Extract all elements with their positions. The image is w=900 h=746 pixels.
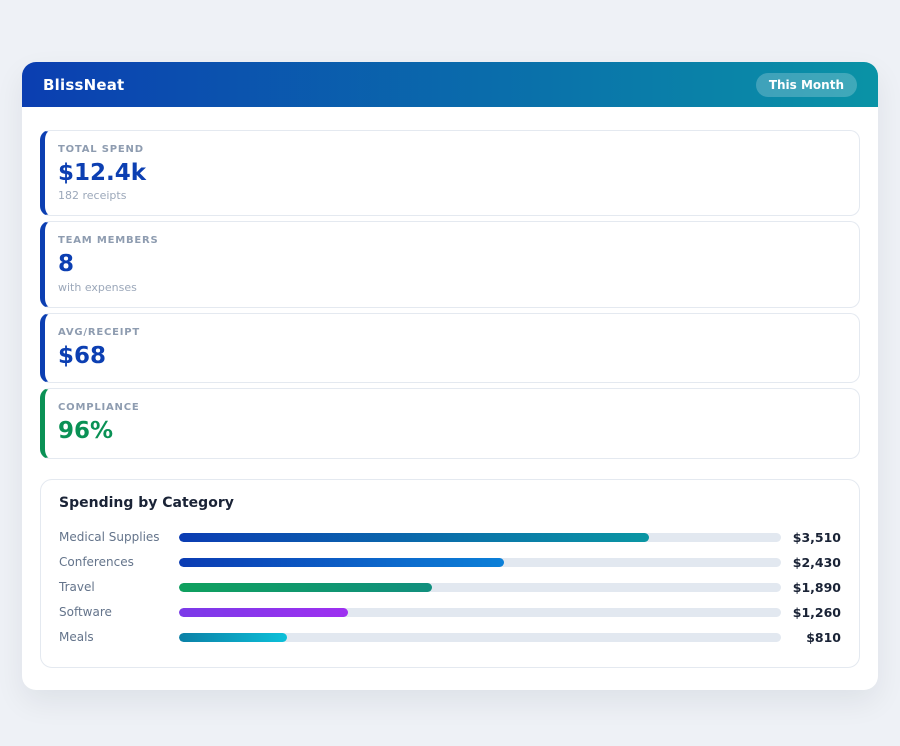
category-label: Conferences <box>59 555 179 569</box>
bar-fill <box>179 533 649 542</box>
stat-value: $12.4k <box>58 160 842 186</box>
bar-fill <box>179 558 504 567</box>
bar-track <box>179 608 781 617</box>
dashboard-card: BlissNeat This Month TOTAL SPEND $12.4k … <box>22 62 878 690</box>
stat-label: TEAM MEMBERS <box>58 235 842 246</box>
stat-sublabel: with expenses <box>58 281 842 294</box>
category-label: Meals <box>59 630 179 644</box>
stat-value: $68 <box>58 343 842 369</box>
chart-row-software: Software $1,260 <box>59 600 841 625</box>
period-badge[interactable]: This Month <box>756 73 857 97</box>
category-value: $3,510 <box>781 530 841 545</box>
stat-value: 8 <box>58 251 842 277</box>
stat-card-total-spend: TOTAL SPEND $12.4k 182 receipts <box>40 130 860 216</box>
category-value: $1,890 <box>781 580 841 595</box>
chart-row-medical-supplies: Medical Supplies $3,510 <box>59 525 841 550</box>
app-body: TOTAL SPEND $12.4k 182 receipts TEAM MEM… <box>22 107 878 690</box>
stat-card-team-members: TEAM MEMBERS 8 with expenses <box>40 221 860 307</box>
app-title: BlissNeat <box>43 76 124 94</box>
stat-card-compliance: COMPLIANCE 96% <box>40 388 860 458</box>
stat-card-avg-receipt: AVG/RECEIPT $68 <box>40 313 860 383</box>
app-header: BlissNeat This Month <box>22 62 878 107</box>
bar-fill <box>179 583 432 592</box>
bar-track <box>179 583 781 592</box>
bar-fill <box>179 608 348 617</box>
stat-label: COMPLIANCE <box>58 402 842 413</box>
category-label: Software <box>59 605 179 619</box>
bar-track <box>179 533 781 542</box>
bar-track <box>179 558 781 567</box>
bar-fill <box>179 633 287 642</box>
chart-title: Spending by Category <box>59 495 841 511</box>
chart-row-travel: Travel $1,890 <box>59 575 841 600</box>
chart-row-conferences: Conferences $2,430 <box>59 550 841 575</box>
spending-by-category-card: Spending by Category Medical Supplies $3… <box>40 479 860 668</box>
stat-label: TOTAL SPEND <box>58 144 842 155</box>
stat-label: AVG/RECEIPT <box>58 327 842 338</box>
category-value: $810 <box>781 630 841 645</box>
category-value: $1,260 <box>781 605 841 620</box>
bar-track <box>179 633 781 642</box>
category-label: Travel <box>59 580 179 594</box>
category-value: $2,430 <box>781 555 841 570</box>
stat-value: 96% <box>58 418 842 444</box>
category-label: Medical Supplies <box>59 530 179 544</box>
chart-row-meals: Meals $810 <box>59 625 841 650</box>
stat-sublabel: 182 receipts <box>58 189 842 202</box>
